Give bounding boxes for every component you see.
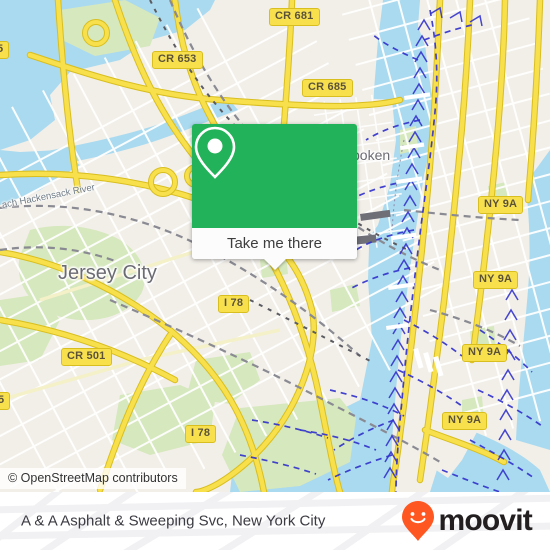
map-place-label-hoboken: boken bbox=[352, 147, 391, 163]
map-shield-ny-9a-3: NY 9A bbox=[462, 344, 508, 362]
map-shield-i-78-1: I 78 bbox=[218, 295, 250, 313]
map-shield-cr-681: CR 681 bbox=[269, 8, 320, 26]
map-shield-cr-685: CR 685 bbox=[302, 79, 353, 97]
map-shield-ny-9a-2: NY 9A bbox=[473, 271, 519, 289]
card-pin-area bbox=[192, 124, 357, 228]
map-shield-ny-9a-4: NY 9A bbox=[442, 412, 488, 430]
moovit-logo[interactable]: moovit bbox=[401, 500, 533, 542]
map-canvas[interactable]: Jersey City boken ach Hackensack River C… bbox=[0, 0, 550, 492]
location-title: A & A Asphalt & Sweeping Svc, New York C… bbox=[21, 512, 326, 530]
take-me-there-label: Take me there bbox=[226, 235, 323, 252]
footer-bar: A & A Asphalt & Sweeping Svc, New York C… bbox=[0, 492, 550, 550]
moovit-wordmark: moovit bbox=[438, 504, 532, 537]
map-shield-cr-653: CR 653 bbox=[152, 51, 203, 69]
callout-pointer bbox=[263, 259, 286, 270]
screenshot-root: Jersey City boken ach Hackensack River C… bbox=[0, 0, 550, 550]
location-callout-card[interactable]: Take me there bbox=[192, 124, 357, 270]
map-pin-icon bbox=[194, 126, 236, 179]
moovit-smiley-pin-icon bbox=[402, 501, 435, 541]
map-place-label-jersey-city: Jersey City bbox=[58, 262, 157, 284]
map-shield-ny-9a-1: NY 9A bbox=[478, 196, 524, 214]
take-me-there-button[interactable]: Take me there bbox=[192, 228, 357, 259]
map-shield-i-78-2: I 78 bbox=[185, 425, 217, 443]
map-shield-cr-501: CR 501 bbox=[61, 348, 112, 366]
map-shield-route-5-left: 5 bbox=[0, 392, 11, 410]
map-shield-route-5-top: 5 bbox=[0, 41, 10, 59]
map-attribution[interactable]: © OpenStreetMap contributors bbox=[0, 468, 186, 489]
